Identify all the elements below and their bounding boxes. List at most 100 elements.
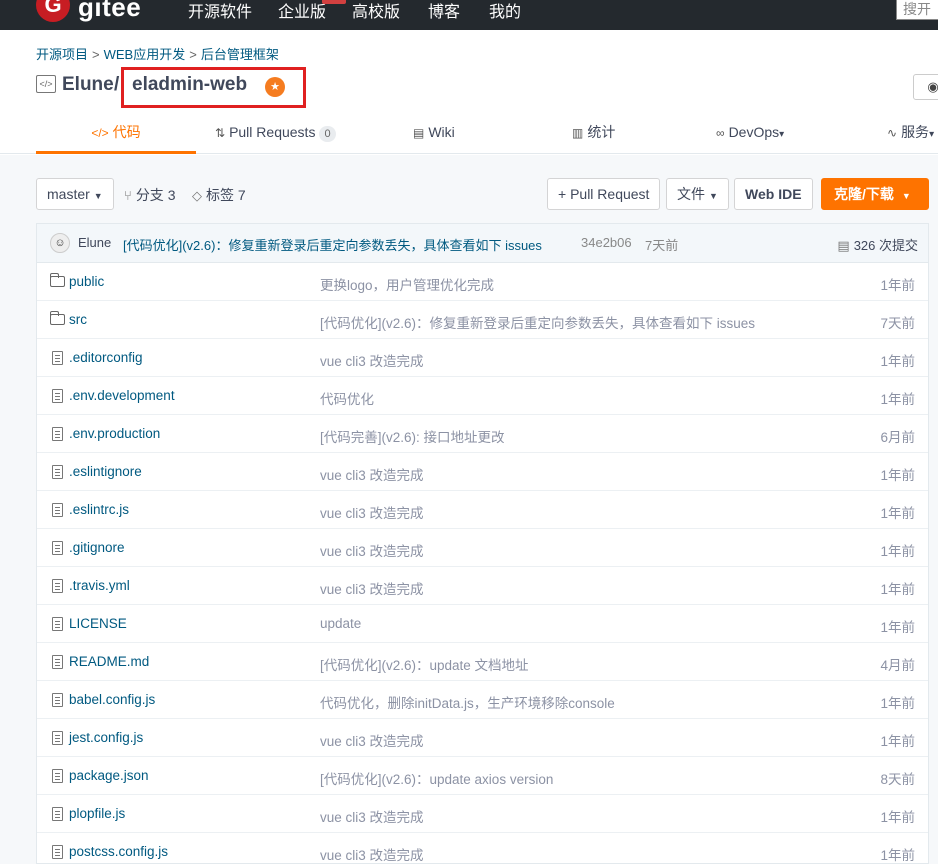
file-commit-message[interactable]: vue cli3 改造完成 bbox=[320, 540, 424, 560]
file-name-link[interactable]: babel.config.js bbox=[69, 692, 155, 707]
commit-message[interactable]: [代码优化](v2.6)：修复重新登录后重定向参数丢失，具体查看如下 issue… bbox=[123, 235, 542, 254]
tags-link[interactable]: ◇ 标签 7 bbox=[192, 185, 246, 205]
file-commit-message[interactable]: 代码优化 bbox=[320, 388, 374, 408]
new-pull-request-button[interactable]: + Pull Request bbox=[547, 178, 661, 210]
commit-hash[interactable]: 34e2b06 bbox=[581, 235, 632, 250]
file-commit-message[interactable]: update bbox=[320, 616, 361, 631]
nav-item-enterprise[interactable]: 企业版 bbox=[278, 0, 326, 22]
chevron-down-icon: ▼ bbox=[901, 191, 911, 201]
file-name-link[interactable]: postcss.config.js bbox=[69, 844, 168, 859]
file-commit-message[interactable]: vue cli3 改造完成 bbox=[320, 844, 424, 863]
commit-count-label: 326 次提交 bbox=[853, 238, 918, 253]
breadcrumb-web-dev[interactable]: WEB应用开发 bbox=[104, 47, 186, 62]
file-menu-button[interactable]: 文件 ▼ bbox=[666, 178, 729, 210]
file-name-link[interactable]: .env.development bbox=[69, 388, 175, 403]
table-row[interactable]: .travis.yml vue cli3 改造完成 1年前 bbox=[37, 567, 928, 605]
file-name-link[interactable]: .travis.yml bbox=[69, 578, 130, 593]
file-commit-message[interactable]: vue cli3 改造完成 bbox=[320, 502, 424, 522]
table-row[interactable]: .env.development 代码优化 1年前 bbox=[37, 377, 928, 415]
table-row[interactable]: package.json [代码优化](v2.6)：update axios ve… bbox=[37, 757, 928, 795]
file-commit-message[interactable]: [代码完善](v2.6): 接口地址更改 bbox=[320, 426, 505, 446]
watch-button[interactable]: ◉ bbox=[913, 74, 938, 100]
folder-icon bbox=[49, 311, 65, 325]
table-row[interactable]: .env.production [代码完善](v2.6): 接口地址更改 6月前 bbox=[37, 415, 928, 453]
breadcrumb-admin-framework[interactable]: 后台管理框架 bbox=[201, 47, 279, 62]
repo-tabs: </> 代码 ⇅ Pull Requests 0 ▤ Wiki ▥ 统计 ∞ DevOps▾… bbox=[0, 114, 938, 154]
chevron-down-icon: ▼ bbox=[93, 191, 103, 201]
file-icon bbox=[52, 351, 63, 365]
tab-pull-requests[interactable]: ⇅ Pull Requests 0 bbox=[215, 114, 336, 154]
commit-author[interactable]: Elune bbox=[78, 235, 111, 250]
file-name-link[interactable]: .env.production bbox=[69, 426, 160, 441]
nav-item-open-source[interactable]: 开源软件 bbox=[188, 0, 252, 22]
table-row[interactable]: src [代码优化](v2.6)：修复重新登录后重定向参数丢失，具体查看如下 is… bbox=[37, 301, 928, 339]
table-row[interactable]: jest.config.js vue cli3 改造完成 1年前 bbox=[37, 719, 928, 757]
commit-count-link[interactable]: ▤ 326 次提交 bbox=[837, 235, 918, 254]
gitee-logo-text[interactable]: gitee bbox=[78, 0, 141, 23]
file-name-link[interactable]: .editorconfig bbox=[69, 350, 143, 365]
branches-link[interactable]: ⑂ 分支 3 bbox=[124, 185, 176, 205]
file-icon bbox=[52, 503, 63, 517]
tab-label: 服务 bbox=[901, 124, 930, 140]
code-icon: </> bbox=[91, 126, 109, 140]
hot-badge bbox=[322, 0, 346, 4]
file-name-link[interactable]: plopfile.js bbox=[69, 806, 125, 821]
gvp-award-icon[interactable]: ★ bbox=[265, 77, 285, 97]
file-commit-message[interactable]: [代码优化](v2.6)：update 文档地址 bbox=[320, 654, 529, 674]
table-row[interactable]: babel.config.js 代码优化，删除initData.js，生产环境移除… bbox=[37, 681, 928, 719]
clone-download-button[interactable]: 克隆/下载 ▼ bbox=[821, 178, 929, 210]
breadcrumb-open-source[interactable]: 开源项目 bbox=[36, 47, 88, 62]
file-commit-message[interactable]: vue cli3 改造完成 bbox=[320, 806, 424, 826]
table-row[interactable]: .gitignore vue cli3 改造完成 1年前 bbox=[37, 529, 928, 567]
file-name-link[interactable]: package.json bbox=[69, 768, 149, 783]
file-commit-message[interactable]: vue cli3 改造完成 bbox=[320, 578, 424, 598]
repo-owner[interactable]: Elune bbox=[62, 74, 114, 96]
file-commit-message[interactable]: [代码优化](v2.6)：update axios version bbox=[320, 768, 553, 788]
table-row[interactable]: postcss.config.js vue cli3 改造完成 1年前 bbox=[37, 833, 928, 863]
table-row[interactable]: README.md [代码优化](v2.6)：update 文档地址 4月前 bbox=[37, 643, 928, 681]
file-commit-message[interactable]: vue cli3 改造完成 bbox=[320, 350, 424, 370]
table-row[interactable]: .eslintrc.js vue cli3 改造完成 1年前 bbox=[37, 491, 928, 529]
tab-stats[interactable]: ▥ 统计 bbox=[572, 114, 615, 154]
avatar[interactable]: ☺ bbox=[50, 233, 70, 253]
file-name-link[interactable]: .eslintrc.js bbox=[69, 502, 129, 517]
book-icon: ▤ bbox=[413, 126, 425, 140]
file-commit-message[interactable]: vue cli3 改造完成 bbox=[320, 464, 424, 484]
file-icon bbox=[52, 769, 63, 783]
file-commit-message[interactable]: [代码优化](v2.6)：修复重新登录后重定向参数丢失，具体查看如下 issue… bbox=[320, 312, 755, 332]
tab-code[interactable]: </> 代码 bbox=[36, 114, 196, 154]
nav-item-mine[interactable]: 我的 bbox=[489, 0, 521, 22]
table-row[interactable]: plopfile.js vue cli3 改造完成 1年前 bbox=[37, 795, 928, 833]
file-commit-message[interactable]: 代码优化，删除initData.js，生产环境移除console bbox=[320, 692, 615, 712]
search-input[interactable]: 搜开 bbox=[896, 0, 938, 20]
file-name-link[interactable]: src bbox=[69, 312, 87, 327]
repo-name[interactable]: eladmin-web bbox=[132, 74, 247, 96]
file-name-link[interactable]: README.md bbox=[69, 654, 149, 669]
table-row[interactable]: public 更换logo，用户管理优化完成 1年前 bbox=[37, 263, 928, 301]
file-label: 文件 bbox=[677, 186, 705, 202]
table-row[interactable]: LICENSE update 1年前 bbox=[37, 605, 928, 643]
file-name-link[interactable]: LICENSE bbox=[69, 616, 127, 631]
web-ide-button[interactable]: Web IDE bbox=[734, 178, 813, 210]
gitee-logo-icon[interactable]: G bbox=[36, 0, 70, 22]
file-commit-message[interactable]: vue cli3 改造完成 bbox=[320, 730, 424, 750]
file-name-link[interactable]: .gitignore bbox=[69, 540, 125, 555]
tab-devops[interactable]: ∞ DevOps▾ bbox=[716, 114, 784, 154]
tab-label: DevOps bbox=[728, 124, 780, 140]
code-repo-icon: </> bbox=[36, 75, 56, 93]
tab-services[interactable]: ∿ 服务▾ bbox=[887, 114, 934, 154]
file-name-link[interactable]: jest.config.js bbox=[69, 730, 143, 745]
file-icon bbox=[52, 389, 63, 403]
repo-slash: / bbox=[114, 74, 120, 95]
nav-item-blog[interactable]: 博客 bbox=[428, 0, 460, 22]
file-name-link[interactable]: public bbox=[69, 274, 104, 289]
file-commit-message[interactable]: 更换logo，用户管理优化完成 bbox=[320, 274, 494, 294]
table-row[interactable]: .editorconfig vue cli3 改造完成 1年前 bbox=[37, 339, 928, 377]
table-row[interactable]: .eslintignore vue cli3 改造完成 1年前 bbox=[37, 453, 928, 491]
nav-item-university[interactable]: 高校版 bbox=[352, 0, 400, 22]
file-commit-time: 7天前 bbox=[880, 316, 915, 331]
file-name-link[interactable]: .eslintignore bbox=[69, 464, 142, 479]
branch-select[interactable]: master ▼ bbox=[36, 178, 114, 210]
file-commit-time: 1年前 bbox=[880, 582, 915, 597]
tab-wiki[interactable]: ▤ Wiki bbox=[413, 114, 455, 154]
